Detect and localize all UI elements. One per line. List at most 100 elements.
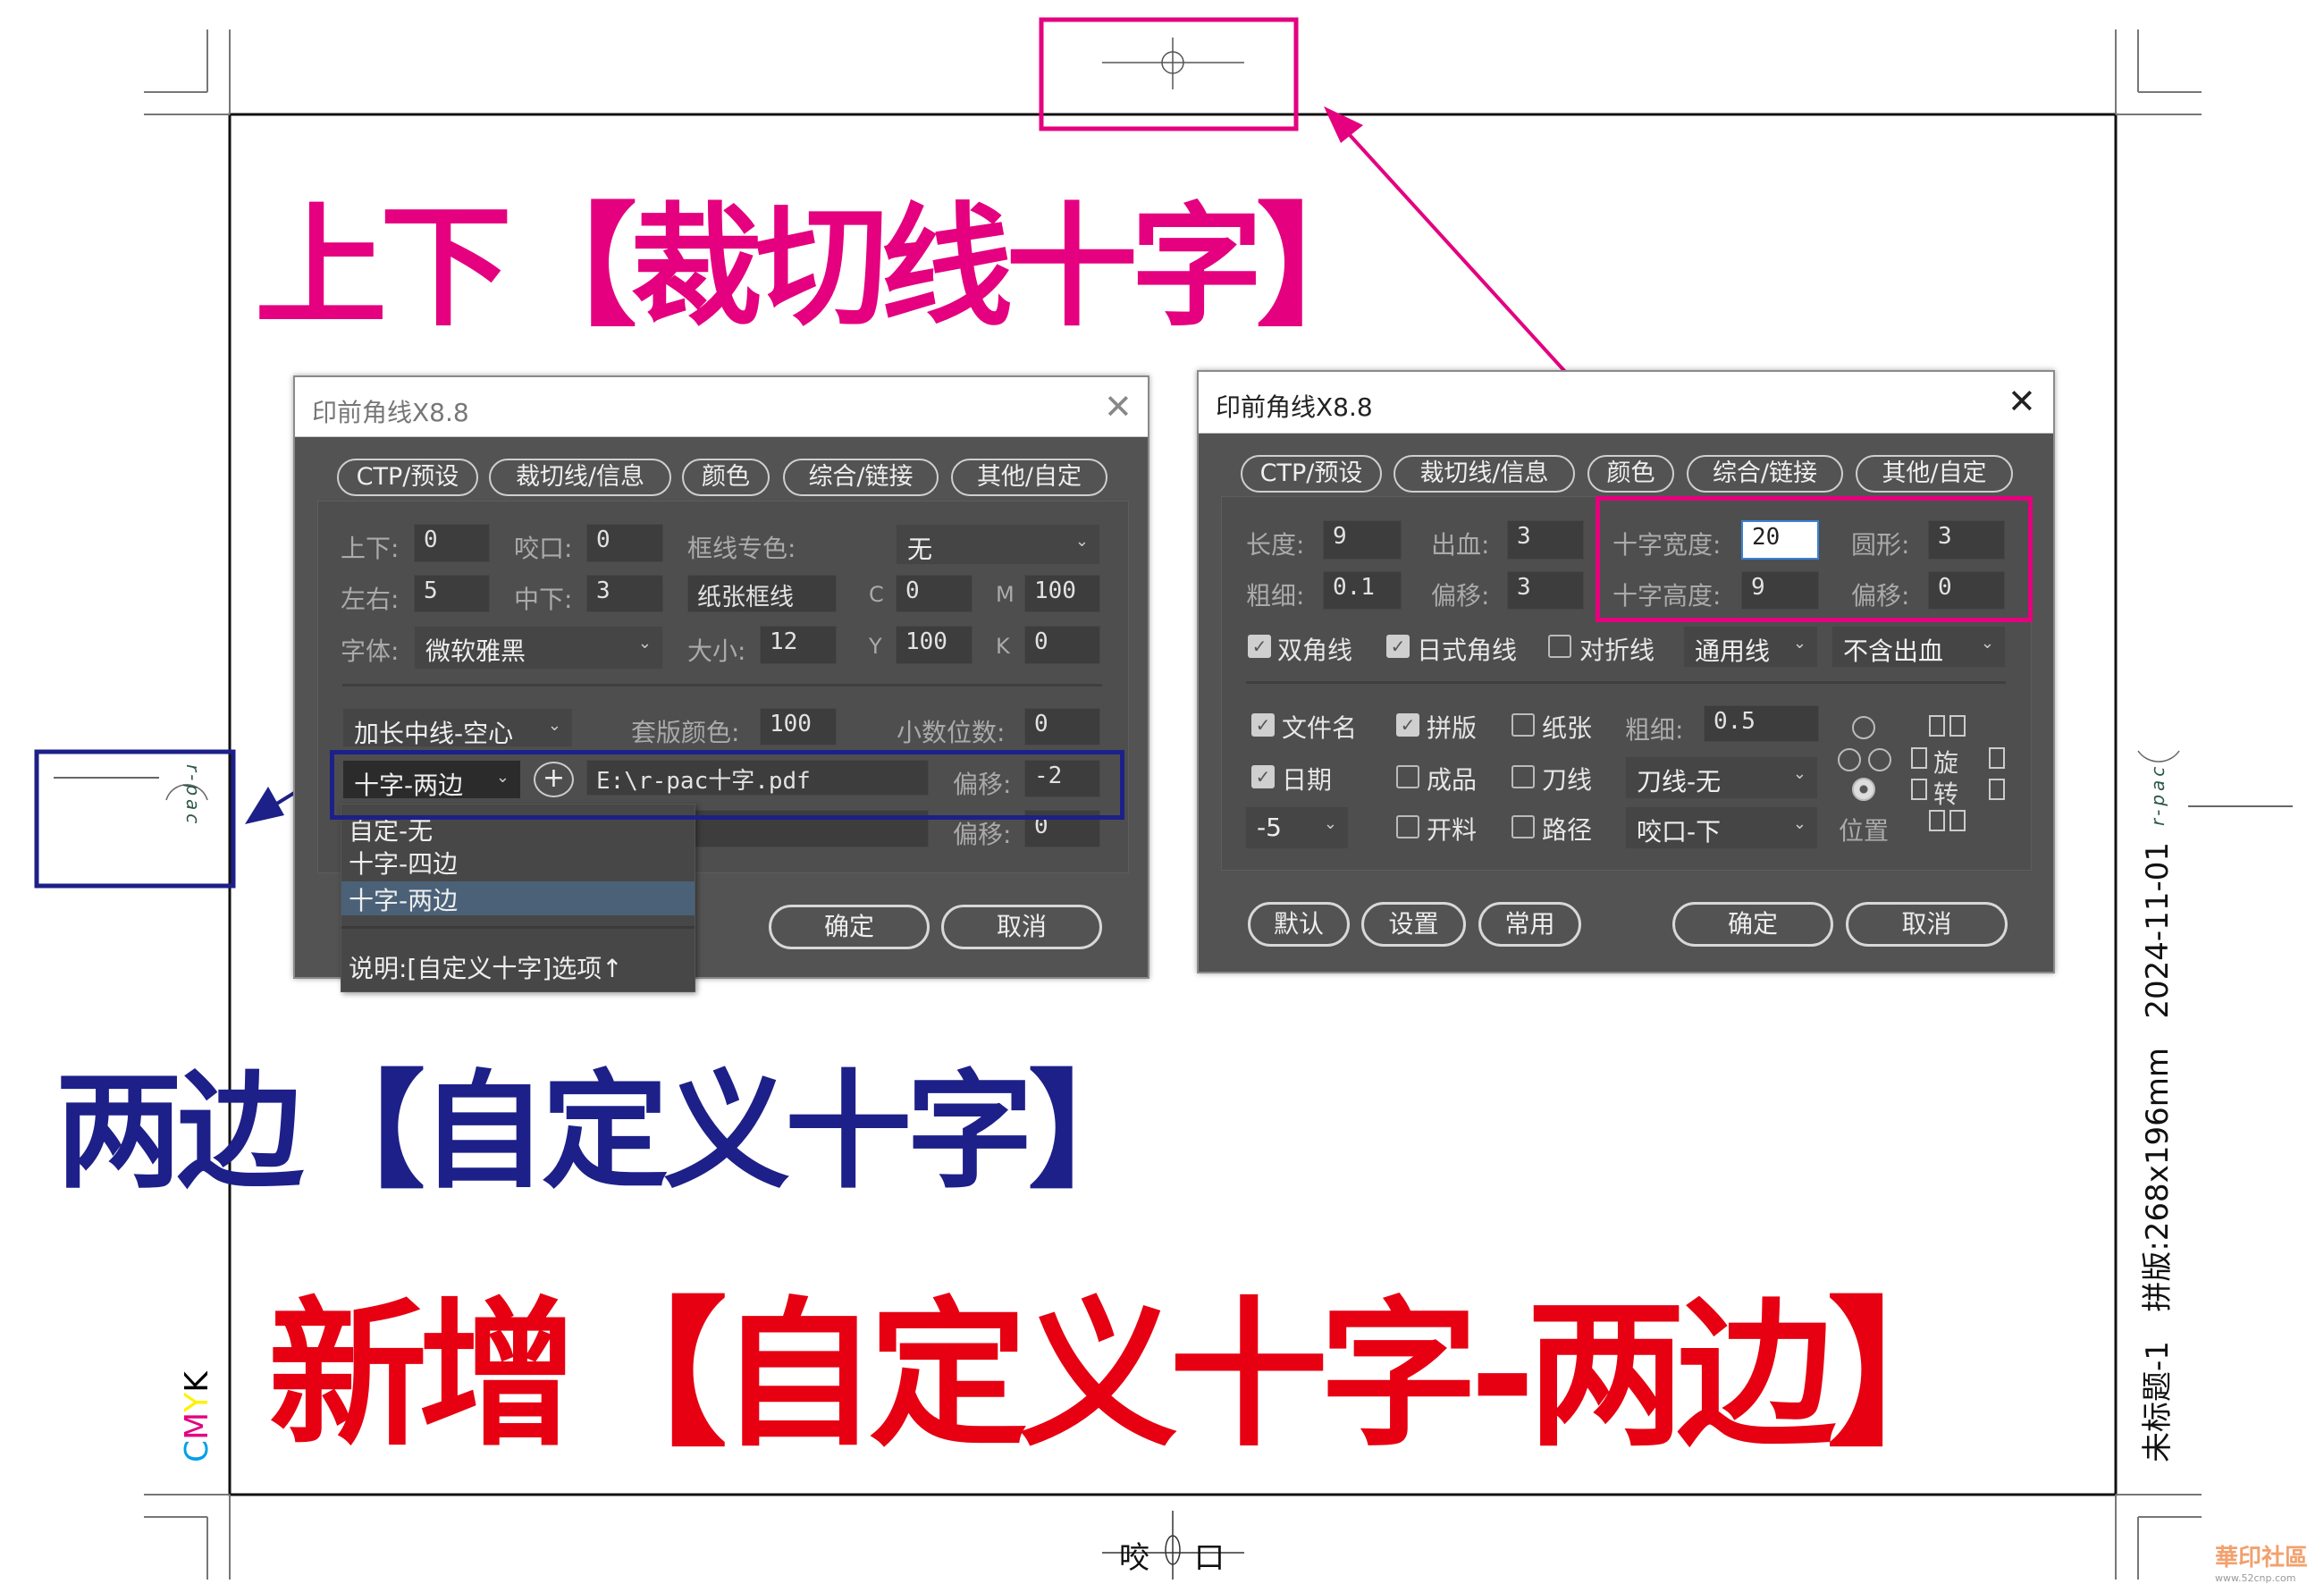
m-input[interactable]: 100 [1024,575,1100,612]
right-rpac-arc [2137,750,2180,763]
cancel-button[interactable]: 取消 [941,905,1102,949]
corner-square[interactable] [1929,810,1945,831]
dialog-title: 印前角线X8.8 [1216,392,1373,422]
tab-other-custom[interactable]: 其他/自定 [1856,455,2013,493]
position-radio-right[interactable] [1868,748,1891,771]
common-button[interactable]: 常用 [1478,902,1581,947]
offset-input[interactable]: 3 [1507,571,1584,610]
chevron-down-icon: ⌄ [1792,814,1806,833]
slug-imposition: 拼版:268x196mm [2140,1048,2176,1312]
checkbox-filename[interactable]: ✓ [1251,713,1275,737]
length-label: 长度: [1246,530,1305,560]
thickness-input[interactable]: 0.1 [1323,571,1402,610]
checkbox-fold-line[interactable] [1548,635,1571,658]
size-input[interactable]: 12 [760,626,837,664]
default-button[interactable]: 默认 [1248,902,1350,947]
cancel-button[interactable]: 取消 [1846,902,2008,947]
headline-middle: 两边【自定义十字】 [55,1058,1155,1206]
cmyk-c: C [179,1439,215,1462]
corner-square[interactable] [1949,810,1966,831]
leftright-input[interactable]: 5 [414,575,490,612]
cmyk-label: CMYK [179,1371,215,1462]
middown-label: 中下: [514,585,573,614]
cmyk-k: K [179,1371,215,1393]
corner-square[interactable] [1911,779,1927,800]
chevron-down-icon: ⌄ [1980,634,1994,653]
corner-square[interactable] [1989,779,2005,800]
checkbox-path[interactable] [1511,815,1535,838]
ok-button[interactable]: 确定 [769,905,930,949]
tab-cropline-info[interactable]: 裁切线/信息 [489,459,671,496]
checkbox-cutting[interactable] [1396,815,1419,838]
offset-value: -5 [1257,813,1282,842]
c-input[interactable]: 0 [896,575,973,612]
rpac-logo-left: r-pac [182,764,204,828]
settings-button[interactable]: 设置 [1361,902,1466,947]
tab-general-link[interactable]: 综合/链接 [1687,455,1843,493]
headline-top: 上下【裁切线十字】 [255,190,1388,344]
left-highlight-box [34,749,236,889]
font-value: 微软雅黑 [425,636,526,666]
tab-ctp-preset[interactable]: CTP/预设 [1241,455,1382,493]
reg-color-label: 套版颜色: [631,718,740,747]
tab-general-link[interactable]: 综合/链接 [783,459,939,496]
bite-side-select[interactable]: 咬口-下 ⌄ [1625,806,1818,849]
dropdown-item-two-sides[interactable]: 十字-两边 [341,881,695,915]
middown-input[interactable]: 3 [586,575,663,612]
checkbox-date[interactable]: ✓ [1251,765,1275,788]
tab-ctp-preset[interactable]: CTP/预设 [337,459,478,496]
corner-square[interactable] [1989,747,2005,769]
checkbox-paper-label: 纸张 [1542,713,1593,743]
close-icon[interactable]: ✕ [1104,390,1133,424]
die-line-select[interactable]: 刀线-无 ⌄ [1625,756,1818,799]
ok-button[interactable]: 确定 [1672,902,1833,947]
checkbox-filename-label: 文件名 [1282,713,1358,743]
paper-frame-button[interactable]: 纸张框线 [687,575,837,612]
bleed-mode-select[interactable]: 不含出血 ⌄ [1831,626,2006,668]
reg-color-input[interactable]: 100 [760,708,837,746]
left-dialog: 印前角线X8.8 ✕ CTP/预设 裁切线/信息 颜色 综合/链接 其他/自定 … [293,375,1149,992]
updown-input[interactable]: 0 [414,524,490,562]
offset2-label: 偏移: [953,820,1012,849]
checkbox-fold-line-label: 对折线 [1579,636,1655,665]
checkbox-paper[interactable] [1511,713,1535,737]
font-select[interactable]: 微软雅黑 ⌄ [414,626,663,670]
divider [342,684,1102,687]
dropdown-item-four-sides[interactable]: 十字-四边 [341,845,695,879]
frame-spot-select[interactable]: 无 ⌄ [896,524,1100,565]
decimals-input[interactable]: 0 [1024,708,1100,746]
headline-bottom: 新增【自定义十字-两边】 [268,1283,1986,1468]
tab-color[interactable]: 颜色 [1587,455,1674,493]
corner-square[interactable] [1911,747,1927,769]
checkbox-double-corner[interactable]: ✓ [1248,635,1271,658]
tab-color[interactable]: 颜色 [682,459,770,496]
bite-input[interactable]: 0 [586,524,663,562]
dropdown-note: 说明:[自定义十字]选项↑ [349,954,623,983]
offset-value-select[interactable]: -5 ⌄ [1245,806,1349,849]
y-input[interactable]: 100 [896,626,973,664]
watermark-name: 華印社區 [2215,1545,2309,1571]
tab-other-custom[interactable]: 其他/自定 [951,459,1107,496]
m-label: M [996,582,1015,607]
close-icon[interactable]: ✕ [2008,384,2036,418]
checkbox-japanese-corner[interactable]: ✓ [1386,635,1410,658]
corner-square[interactable] [1929,715,1945,737]
k-input[interactable]: 0 [1024,626,1100,664]
bleed-input[interactable]: 3 [1507,520,1584,560]
checkbox-die-line[interactable] [1511,765,1535,788]
position-radio-left[interactable] [1838,748,1861,771]
checkbox-finished[interactable] [1396,765,1419,788]
checkbox-imposition[interactable]: ✓ [1396,713,1419,737]
length-input[interactable]: 9 [1323,520,1402,560]
line-type-select[interactable]: 通用线 ⌄ [1683,626,1818,668]
die-line-value: 刀线-无 [1637,767,1722,796]
thickness2-input[interactable]: 0.5 [1704,705,1819,742]
corner-square[interactable] [1949,715,1966,737]
position-radio-bottom-selected[interactable] [1852,778,1875,801]
right-dialog-titlebar: 印前角线X8.8 ✕ [1199,372,2053,434]
watermark: 華印社區 www.52cnp.com [2215,1539,2308,1584]
tab-cropline-info[interactable]: 裁切线/信息 [1394,455,1575,493]
position-radio-top[interactable] [1852,716,1875,739]
bite-label-right: 口 [1194,1540,1225,1576]
centerline-select[interactable]: 加长中线-空心 ⌄ [342,708,573,748]
